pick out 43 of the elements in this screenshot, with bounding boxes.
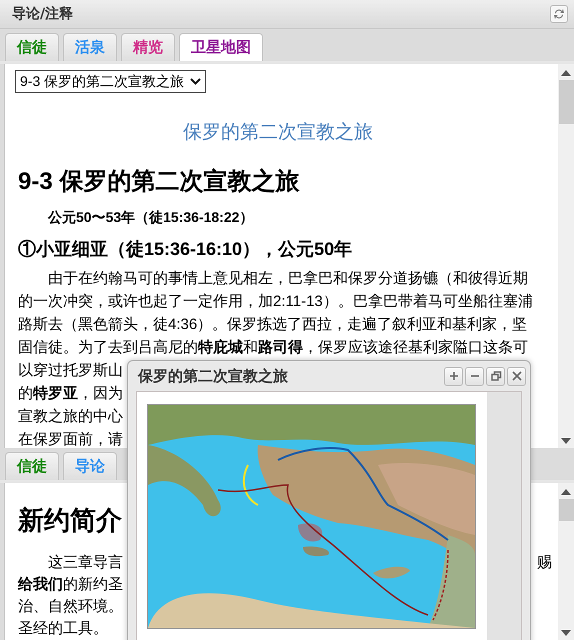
tab[interactable]: 精览 xyxy=(121,33,175,61)
heading: 9-3 保罗的第二次宣教之旅 xyxy=(18,167,300,197)
paragraph-line: 这三章导言 xyxy=(48,553,123,573)
paragraph-line: 治、自然环境。 xyxy=(18,597,123,617)
scrollbar-thumb[interactable] xyxy=(558,80,574,124)
page-banner-title: 保罗的第二次宣教之旅 xyxy=(182,121,374,145)
tab[interactable]: 信徒 xyxy=(5,452,59,480)
paragraph-line: 给我们的新约圣 xyxy=(18,575,123,595)
paragraph-line: 的特罗亚，因为 xyxy=(18,384,123,404)
refresh-icon xyxy=(553,8,565,20)
zoom-in-button[interactable] xyxy=(444,366,463,386)
window-title: 保罗的第二次宣教之旅 xyxy=(138,366,288,386)
panel-title: 导论/注释 xyxy=(12,5,74,23)
close-button[interactable] xyxy=(507,366,526,386)
chapter-dropdown[interactable]: 9-3 保罗的第二次宣教之旅 xyxy=(15,70,206,93)
paragraph-line: 在保罗面前，请 xyxy=(18,430,123,448)
scroll-down-icon[interactable] xyxy=(561,630,571,636)
restore-button[interactable] xyxy=(486,366,505,386)
paragraph-line: 的一次冲突，或许也起了一定作用，加2:11-13）。巴拿巴带着马可坐船往塞浦 xyxy=(18,292,533,312)
paragraph-line: 圣经的工具。 xyxy=(18,619,108,639)
scroll-up-icon[interactable] xyxy=(561,489,571,495)
paragraph-line: 路斯去（黑色箭头，徒4:36）。保罗拣选了西拉，走遍了叙利亚和基利家，坚 xyxy=(18,315,528,335)
tab[interactable]: 活泉 xyxy=(63,33,117,61)
restore-icon xyxy=(490,370,502,382)
tab[interactable]: 导论 xyxy=(63,452,117,480)
paragraph-line: 以穿过托罗斯山 xyxy=(18,361,123,381)
zoom-out-button[interactable] xyxy=(465,366,484,386)
tab[interactable]: 信徒 xyxy=(5,33,59,61)
paragraph-line: 由于在约翰马可的事情上意见相左，巴拿巴和保罗分道扬镳（和彼得近期 xyxy=(48,269,528,289)
scroll-down-icon[interactable] xyxy=(561,438,571,444)
scroll-up-icon[interactable] xyxy=(561,70,571,76)
section-heading: ①小亚细亚（徒15:36-16:10），公元50年 xyxy=(18,238,354,261)
refresh-button[interactable] xyxy=(550,5,568,23)
heading: 新约简介 xyxy=(18,504,123,537)
subheading: 公元50〜53年（徒15:36-18:22） xyxy=(48,209,254,227)
chevron-down-icon xyxy=(190,78,202,85)
paragraph-fragment: 赐 xyxy=(537,553,552,573)
plus-icon xyxy=(448,370,460,382)
paragraph-line: 固信徒。为了去到吕高尼的特庇城和路司得，保罗应该途径基利家隘口这条可 xyxy=(18,338,528,358)
paragraph-line: 宣教之旅的中心 xyxy=(18,407,123,427)
scrollbar-thumb[interactable] xyxy=(558,499,574,521)
tab[interactable]: 卫星地图 xyxy=(179,33,263,61)
close-icon xyxy=(510,370,522,382)
